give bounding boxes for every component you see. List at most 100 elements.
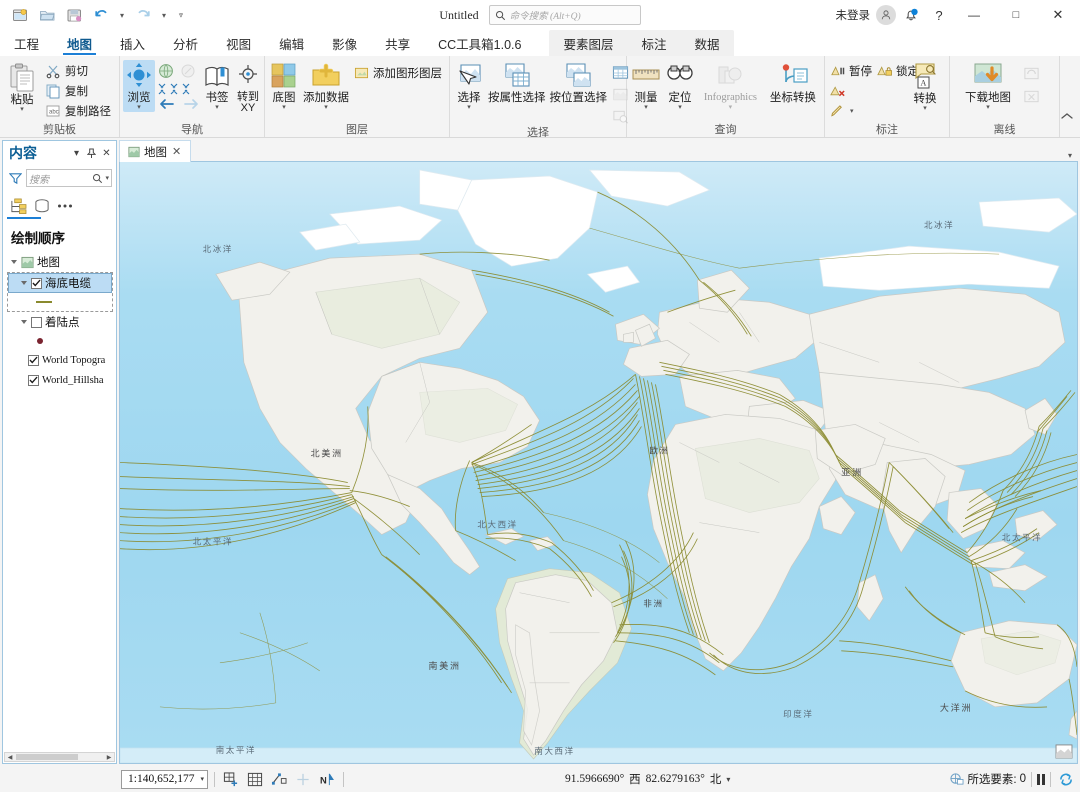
go-to-xy-button[interactable]: 转到 XY	[233, 60, 263, 115]
scroll-right-icon[interactable]: ▶	[104, 753, 114, 761]
locate-button[interactable]: 定位 ▾	[664, 60, 696, 112]
more-options-button[interactable]	[57, 203, 73, 209]
label-style-button[interactable]: ▾	[828, 101, 902, 120]
ribbon-tab-cc-toolbox[interactable]: CC工具箱1.0.6	[424, 30, 535, 56]
expand-landing-points-icon[interactable]	[19, 320, 28, 324]
cut-button[interactable]: 剪切	[43, 61, 116, 80]
clear-labels-button[interactable]	[828, 81, 902, 100]
add-new-map-button[interactable]	[221, 769, 241, 789]
locate-dropdown-icon[interactable]: ▾	[678, 104, 682, 111]
undo-dropdown-icon[interactable]: ▾	[116, 4, 128, 26]
search-icon[interactable]	[92, 173, 103, 184]
map-overview-button[interactable]	[1055, 744, 1073, 759]
new-project-button[interactable]	[8, 4, 32, 26]
paste-button[interactable]: 粘贴 ▾	[3, 62, 41, 114]
download-map-dropdown-icon[interactable]: ▾	[986, 104, 990, 111]
notifications-button[interactable]	[898, 3, 924, 27]
previous-extent-icon[interactable]	[158, 97, 176, 111]
maximize-button[interactable]: □	[996, 0, 1036, 30]
collapse-ribbon-icon[interactable]	[1060, 111, 1074, 121]
open-project-button[interactable]	[35, 4, 59, 26]
paste-dropdown-icon[interactable]: ▾	[20, 106, 24, 113]
close-button[interactable]: ✕	[1038, 0, 1078, 30]
add-data-dropdown-icon[interactable]: ▾	[324, 104, 328, 111]
bookmarks-button[interactable]: 书签 ▾	[202, 60, 232, 112]
ribbon-tab-edit[interactable]: 编辑	[265, 30, 318, 56]
coordinate-units-dropdown-icon[interactable]: ▾	[726, 775, 730, 784]
explore-button[interactable]: 浏览 ▾	[123, 60, 155, 112]
search-options-dropdown-icon[interactable]: ▾	[105, 174, 109, 182]
select-button[interactable]: 选择 ▾	[453, 60, 485, 112]
explore-dropdown-icon[interactable]: ▾	[137, 104, 141, 111]
contents-close-button[interactable]: ✕	[99, 144, 114, 162]
remove-offline-button[interactable]	[1021, 86, 1041, 106]
snapping-button[interactable]	[269, 769, 289, 789]
undo-button[interactable]	[89, 4, 113, 26]
filter-icon[interactable]	[7, 172, 23, 185]
crosshair-button[interactable]	[293, 769, 313, 789]
copy-path-button[interactable]: abc 复制路径	[43, 101, 116, 120]
basemap-dropdown-icon[interactable]: ▾	[282, 104, 286, 111]
contents-horizontal-scrollbar[interactable]: ◀ ▶	[4, 752, 115, 762]
ribbon-tab-feature-layer[interactable]: 要素图层	[549, 30, 627, 56]
tree-item-world-hillshade[interactable]: World_Hillsha	[3, 370, 116, 390]
map-tab-close-icon[interactable]: ✕	[171, 145, 182, 158]
contents-pin-button[interactable]	[84, 144, 99, 162]
coordinate-conversion-button[interactable]: 坐标转换	[765, 60, 821, 105]
convert-labels-dropdown-icon[interactable]: ▾	[923, 105, 927, 112]
measure-dropdown-icon[interactable]: ▾	[644, 104, 648, 111]
expand-submarine-cables-icon[interactable]	[19, 281, 28, 285]
select-dropdown-icon[interactable]: ▾	[467, 104, 471, 111]
ribbon-tab-project[interactable]: 工程	[0, 30, 53, 56]
ribbon-tab-insert[interactable]: 插入	[106, 30, 159, 56]
map-scale-dropdown-icon[interactable]: ▾	[200, 775, 204, 783]
world-hillshade-checkbox[interactable]	[28, 374, 39, 386]
select-by-attributes-button[interactable]: 按属性选择	[487, 60, 547, 105]
command-search-box[interactable]: 命令搜索 (Alt+Q)	[488, 5, 641, 25]
ribbon-tab-share[interactable]: 共享	[371, 30, 424, 56]
redo-button[interactable]	[131, 4, 155, 26]
infographics-button[interactable]: Infographics ▾	[698, 60, 763, 112]
measure-button[interactable]: 测量 ▾	[630, 60, 662, 112]
label-style-dropdown-icon[interactable]: ▾	[850, 107, 854, 115]
save-project-button[interactable]	[62, 4, 86, 26]
tree-item-landing-points[interactable]: 着陆点	[3, 312, 116, 332]
download-map-button[interactable]: 下载地图 ▾	[957, 60, 1019, 112]
fixed-zoom-icons[interactable]	[157, 82, 201, 96]
grid-button[interactable]	[245, 769, 265, 789]
customize-qat-icon[interactable]: ⩔	[173, 4, 189, 26]
bookmarks-dropdown-icon[interactable]: ▾	[215, 104, 219, 111]
list-by-data-source-button[interactable]	[33, 198, 51, 214]
expand-map-icon[interactable]	[9, 260, 18, 264]
tree-item-world-topographic[interactable]: World Topogra	[3, 350, 116, 370]
ribbon-tab-map[interactable]: 地图	[53, 30, 106, 56]
contents-menu-button[interactable]: ▾	[69, 144, 84, 162]
select-by-location-button[interactable]: 按位置选择	[549, 60, 609, 105]
minimize-button[interactable]: —	[954, 0, 994, 30]
pause-labeling-button[interactable]: 暂停	[828, 61, 875, 80]
submarine-cables-checkbox[interactable]	[31, 277, 42, 289]
landing-points-checkbox[interactable]	[31, 316, 42, 328]
contents-search-input[interactable]: 搜索 ▾	[26, 169, 112, 187]
ribbon-tab-view[interactable]: 视图	[212, 30, 265, 56]
pause-drawing-button[interactable]	[1037, 773, 1045, 785]
help-button[interactable]: ?	[926, 3, 952, 27]
scroll-thumb[interactable]	[16, 754, 78, 760]
redo-dropdown-icon[interactable]: ▾	[158, 4, 170, 26]
infographics-dropdown-icon[interactable]: ▾	[729, 104, 733, 111]
ribbon-tab-labeling[interactable]: 标注	[628, 30, 681, 56]
map-scale-selector[interactable]: 1:140,652,177 ▾	[121, 769, 208, 789]
world-topographic-checkbox[interactable]	[28, 354, 39, 366]
copy-button[interactable]: 复制	[43, 81, 116, 100]
full-extent-button[interactable]	[156, 61, 176, 81]
sync-offline-button[interactable]	[1021, 63, 1041, 83]
map-canvas[interactable]: .ld { fill:#f2f1ec; stroke:#c9c9c4; stro…	[119, 162, 1078, 764]
convert-labels-button[interactable]: A 转换 ▾	[904, 61, 946, 113]
map-tab[interactable]: 地图 ✕	[119, 140, 192, 162]
scroll-left-icon[interactable]: ◀	[5, 753, 15, 761]
next-extent-icon[interactable]	[182, 97, 200, 111]
basemap-button[interactable]: 底图 ▾	[268, 60, 300, 112]
tree-item-submarine-cables[interactable]: 海底电缆	[8, 273, 112, 293]
tree-item-map[interactable]: 地图	[3, 252, 116, 272]
previous-extent-map-button[interactable]	[178, 61, 198, 81]
